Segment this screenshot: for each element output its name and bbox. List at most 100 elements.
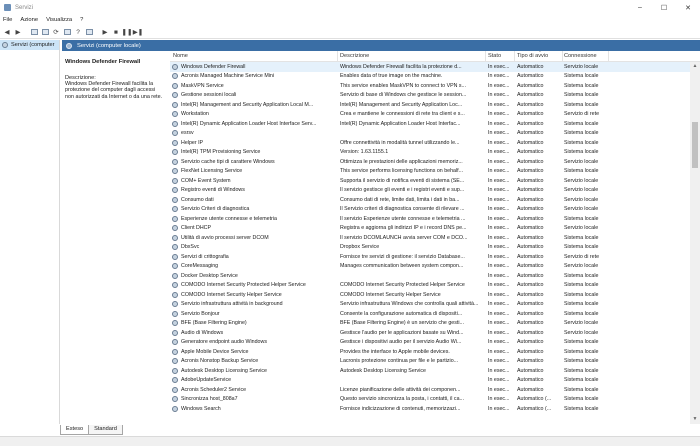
service-logon-cell: Sistema locale [564,130,599,137]
service-status-cell: In esec... [488,158,510,165]
table-row[interactable]: COMODO Internet Security Protected Helpe… [170,281,700,291]
menu-file[interactable]: File [3,17,12,23]
scroll-thumb[interactable] [692,122,698,168]
console-icon[interactable] [84,27,94,37]
service-name-cell: AdobeUpdateService [181,377,232,384]
gear-icon [172,348,178,355]
service-logon-cell: Sistema locale [564,139,599,146]
properties-icon[interactable] [40,27,50,37]
table-row[interactable]: Gestione sessioni locali Servizio di base… [170,91,700,101]
table-row[interactable]: Acronis Nonstop Backup Service Lacronis p… [170,357,700,367]
scroll-up-icon[interactable]: ▲ [690,62,700,71]
service-status-cell: In esec... [488,310,510,317]
table-row[interactable]: Esperienze utente connesse e telemetria I… [170,214,700,224]
service-startup-cell: Automatico [517,386,544,393]
table-row[interactable]: Docker Desktop Service In esec... Automati… [170,271,700,281]
table-row[interactable]: Windows Defender Firewall Windows Defende… [170,62,700,72]
table-row[interactable]: AdobeUpdateService In esec... Automatico Si… [170,376,700,386]
tree-item-services-local[interactable]: Servizi (computer [0,40,59,50]
table-row[interactable]: Utilità di avvio processi server DCOM Il … [170,233,700,243]
service-description-cell: Fornisce tre servizi di gestione: il ser… [340,253,465,260]
table-row[interactable]: Servizio cache tipi di carattere Windows… [170,157,700,167]
export-list-icon[interactable] [62,27,72,37]
service-name-cell: Acronis Scheduler2 Service [181,386,247,393]
table-row[interactable]: Helper IP Offre connettività in modalità … [170,138,700,148]
service-logon-cell: Servizio locale [564,63,599,70]
table-row[interactable]: Servizio Criteri di diagnostica Il Serviz… [170,205,700,215]
refresh-icon[interactable]: ⟳ [51,27,61,37]
table-row[interactable]: DbxSvc Dropbox Service In esec... Automatic… [170,243,700,253]
table-row[interactable]: Intel(R) Management and Security Applica… [170,100,700,110]
table-row[interactable]: MaskVPN Service This service enables Mask… [170,81,700,91]
table-row[interactable]: Consumo dati Consumo dati di rete, limite… [170,195,700,205]
service-logon-cell: Sistema locale [564,367,599,374]
service-status-cell: In esec... [488,111,510,118]
service-name-cell: MaskVPN Service [181,82,224,89]
vertical-scrollbar[interactable]: ▲ ▼ [690,62,700,424]
table-row[interactable]: Windows Search Fornisce indicizzazione di… [170,404,700,414]
tab-standard[interactable]: Standard [88,425,123,435]
service-name-cell: COMODO Internet Security Helper Service [181,291,282,298]
close-button[interactable]: ✕ [676,0,700,15]
column-header-description[interactable]: Descrizione [340,53,369,59]
service-name-cell: Servizio Bonjour [181,310,220,317]
table-row[interactable]: FlexNet Licensing Service This service pe… [170,167,700,177]
service-startup-cell: Automatico [517,111,544,118]
table-row[interactable]: Apple Mobile Device Service Provides the … [170,347,700,357]
table-row[interactable]: Intel(R) Dynamic Application Loader Host… [170,119,700,129]
table-row[interactable]: BFE (Base Filtering Engine) BFE (Base Fil… [170,319,700,329]
forward-arrow-icon[interactable]: ▶ [13,27,23,37]
pause-icon[interactable]: ❚❚ [122,27,133,37]
service-description-cell: Ottimizza le prestazioni delle applicazi… [340,158,463,165]
service-startup-cell: Automatico [517,206,544,213]
help-icon[interactable]: ? [73,27,83,37]
show-hide-tree-icon[interactable] [29,27,39,37]
restart-icon[interactable]: ▶❚ [133,27,143,37]
minimize-button[interactable]: – [628,0,652,15]
table-row[interactable]: Servizio infrastruttura attività in back… [170,300,700,310]
service-status-cell: In esec... [488,82,510,89]
scroll-down-icon[interactable]: ▼ [690,415,700,424]
service-status-cell: In esec... [488,149,510,156]
table-row[interactable]: Autodesk Desktop Licensing Service Autode… [170,366,700,376]
table-row[interactable]: Acronis Managed Machine Service Mini Enab… [170,72,700,82]
maximize-button[interactable]: ☐ [652,0,676,15]
service-logon-cell: Servizio locale [564,206,599,213]
table-row[interactable]: Intel(R) TPM Provisioning Service Version… [170,148,700,158]
table-row[interactable]: Acronis Scheduler2 Service Licenze pianif… [170,385,700,395]
title-bar: Servizi – ☐ ✕ [0,0,700,15]
menu-visualizza[interactable]: Visualizza [46,17,72,23]
table-row[interactable]: Sincronizza host_808a7 Questo servizio si… [170,395,700,405]
gear-icon [172,253,178,260]
column-header-name[interactable]: Nome [173,53,188,59]
table-row[interactable]: esrsv In esec... Automatico Sistema locale [170,129,700,139]
play-icon[interactable]: ▶ [100,27,110,37]
back-arrow-icon[interactable]: ◀ [2,27,12,37]
service-logon-cell: Sistema locale [564,396,599,403]
table-row[interactable]: Audio di Windows Gestisce l'audio per le … [170,328,700,338]
table-row[interactable]: Servizio Bonjour Consente la configurazio… [170,309,700,319]
service-name-cell: Utilità di avvio processi server DCOM [181,234,269,241]
table-row[interactable]: Workstation Crea e mantiene le connession… [170,110,700,120]
table-row[interactable]: Client DHCP Registra e aggiorna gli indir… [170,224,700,234]
column-header-status[interactable]: Stato [488,53,501,59]
gear-icon [172,215,178,222]
service-name-cell: Docker Desktop Service [181,272,238,279]
service-description-cell: Consumo dati di rete, limite dati, limit… [340,196,460,203]
menu-azione[interactable]: Azione [20,17,38,23]
table-row[interactable]: Registro eventi di Windows Il servizio ge… [170,186,700,196]
table-row[interactable]: COM+ Event System Supporta il servizio di… [170,176,700,186]
service-description-cell: Dropbox Service [340,244,380,251]
column-header-logon[interactable]: Connessione [564,53,597,59]
table-row[interactable]: Servizi di crittografia Fornisce tre serv… [170,252,700,262]
service-status-cell: In esec... [488,263,510,270]
tab-esteso[interactable]: Esteso [60,425,90,435]
service-description-cell: Fornisce indicizzazione di contenuti, me… [340,405,461,412]
table-row[interactable]: Generatore endpoint audio Windows Gestisc… [170,338,700,348]
table-row[interactable]: CoreMessaging Manages communication betwe… [170,262,700,272]
menu-help[interactable]: ? [80,17,83,23]
column-header-startup[interactable]: Tipo di avvio [517,53,548,59]
stop-icon[interactable]: ■ [111,27,121,37]
service-name-cell: Servizio cache tipi di carattere Windows [181,158,275,165]
table-row[interactable]: COMODO Internet Security Helper Service C… [170,290,700,300]
